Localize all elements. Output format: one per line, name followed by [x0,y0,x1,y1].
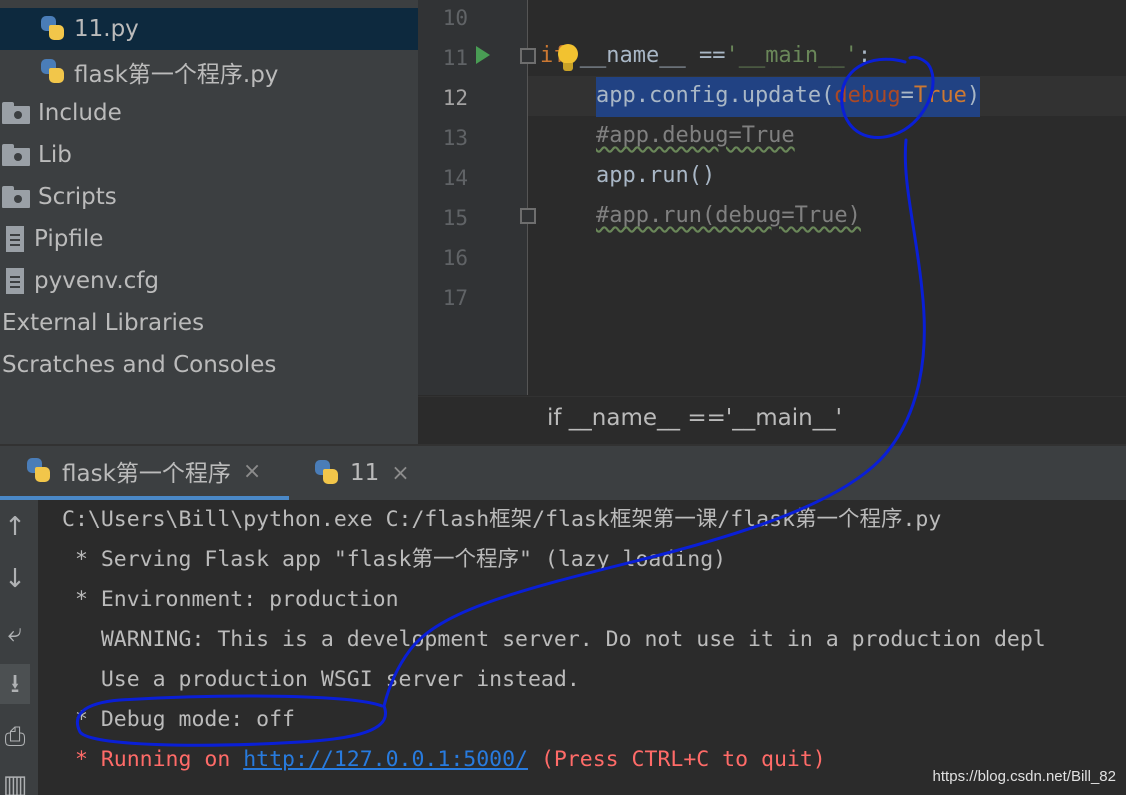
fold-marker-icon[interactable] [520,48,536,64]
watermark: https://blog.csdn.net/Bill_82 [932,768,1116,785]
close-icon[interactable]: × [391,461,409,486]
close-icon[interactable]: × [243,459,261,484]
code-text: app.config.update( [596,83,835,108]
tree-item-lib[interactable]: Lib [0,134,418,176]
python-file-icon [26,457,52,485]
code-line-12: app.config.update(debug=True) [596,77,981,117]
line-number: 17 [442,286,468,310]
breadcrumb[interactable]: if __name__ =='__main__' [418,396,1126,444]
code-param: debug [834,83,901,108]
code-text: : [857,43,872,68]
scroll-to-end-icon[interactable]: ⭳ [0,664,30,704]
line-number: 11 [442,46,468,70]
code-line-11: if __name__ =='__main__': [540,37,871,77]
console-line: Use a production WSGI server instead. [62,667,580,692]
run-toolbar: ↑ ↓ ⤶ ⭳ ⎙ ▥ [0,500,38,795]
folder-icon [2,185,30,209]
line-number: 13 [442,126,468,150]
line-number: 16 [442,246,468,270]
tree-item-label: Pipfile [34,226,104,252]
fold-marker-icon[interactable] [520,208,536,224]
line-number: 12 [442,86,468,110]
code-text: = [900,83,914,108]
line-number: 10 [442,6,468,30]
arrow-down-icon[interactable]: ↓ [0,564,30,594]
console-line: * Environment: production [62,587,399,612]
code-keyword: True [913,83,967,108]
code-text: ) [966,83,981,108]
folder-icon [2,101,30,125]
text-file-icon [4,267,26,295]
print-icon[interactable]: ⎙ [0,722,30,753]
console-line: C:\Users\Bill\python.exe C:/flash框架/flas… [62,507,942,532]
code-line-15: #app.run(debug=True) [596,197,861,237]
trash-icon[interactable]: ▥ [0,770,30,795]
folder-icon [2,143,30,167]
tab-flask-program[interactable]: flask第一个程序 × [0,446,289,500]
tree-item-label: External Libraries [2,310,205,336]
code-text: __name__ == [566,43,726,68]
tree-item-flask-py[interactable]: flask第一个程序.py [0,51,418,93]
tree-item-label: pyvenv.cfg [34,268,160,294]
console-line: WARNING: This is a development server. D… [62,627,1046,652]
tree-item-pyvenv[interactable]: pyvenv.cfg [0,260,418,302]
tree-item-label: Scripts [38,184,117,210]
console-line: * Serving Flask app "flask第一个程序" (lazy l… [62,547,727,572]
python-file-icon [40,58,66,86]
tree-item-label: flask第一个程序.py [74,62,279,88]
console-line-running: * Running on http://127.0.0.1:5000/ (Pre… [62,740,826,780]
tree-item-11-py[interactable]: 11.py [0,8,418,50]
line-number: 14 [442,166,468,190]
tree-item-pipfile[interactable]: Pipfile [0,218,418,260]
code-string: '__main__' [725,43,858,68]
tree-item-label: Scratches and Consoles [2,352,277,378]
code-line-14: app.run() [596,157,715,197]
lightbulb-icon[interactable] [558,44,578,72]
console-text: * Running on [62,747,244,772]
code-line-13: #app.debug=True [596,117,795,157]
run-gutter-icon[interactable] [476,46,490,64]
project-tree: 11.py flask第一个程序.py Include Lib Scripts … [0,0,418,444]
tree-item-scripts[interactable]: Scripts [0,176,418,218]
tree-item-include[interactable]: Include [0,92,418,134]
code-text: app.run() [596,163,716,188]
tree-item-label: Include [38,100,122,126]
soft-wrap-icon[interactable]: ⤶ [0,618,30,649]
console-text: (Press CTRL+C to quit) [528,747,826,772]
text-file-icon [4,225,26,253]
server-url-link[interactable]: http://127.0.0.1:5000/ [243,747,528,772]
run-tabs-bar: flask第一个程序 × 11 × [0,444,1126,500]
arrow-up-icon[interactable]: ↑ [0,512,30,542]
tree-item-label: 11.py [74,16,139,42]
tab-label: flask第一个程序 [62,461,231,487]
python-file-icon [314,459,340,487]
python-file-icon [40,15,66,43]
code-comment: #app.debug=True [596,123,795,148]
tab-label: 11 [350,460,380,486]
console-line: * Debug mode: off [62,707,295,732]
tab-11[interactable]: 11 × [314,446,410,500]
breadcrumb-text: if __name__ =='__main__' [547,405,842,431]
tree-item-external-libraries[interactable]: External Libraries [0,302,418,344]
line-number: 15 [442,206,468,230]
tree-item-scratches[interactable]: Scratches and Consoles [0,344,418,386]
tree-item-label: Lib [38,142,72,168]
code-comment: #app.run(debug=True) [596,203,861,228]
